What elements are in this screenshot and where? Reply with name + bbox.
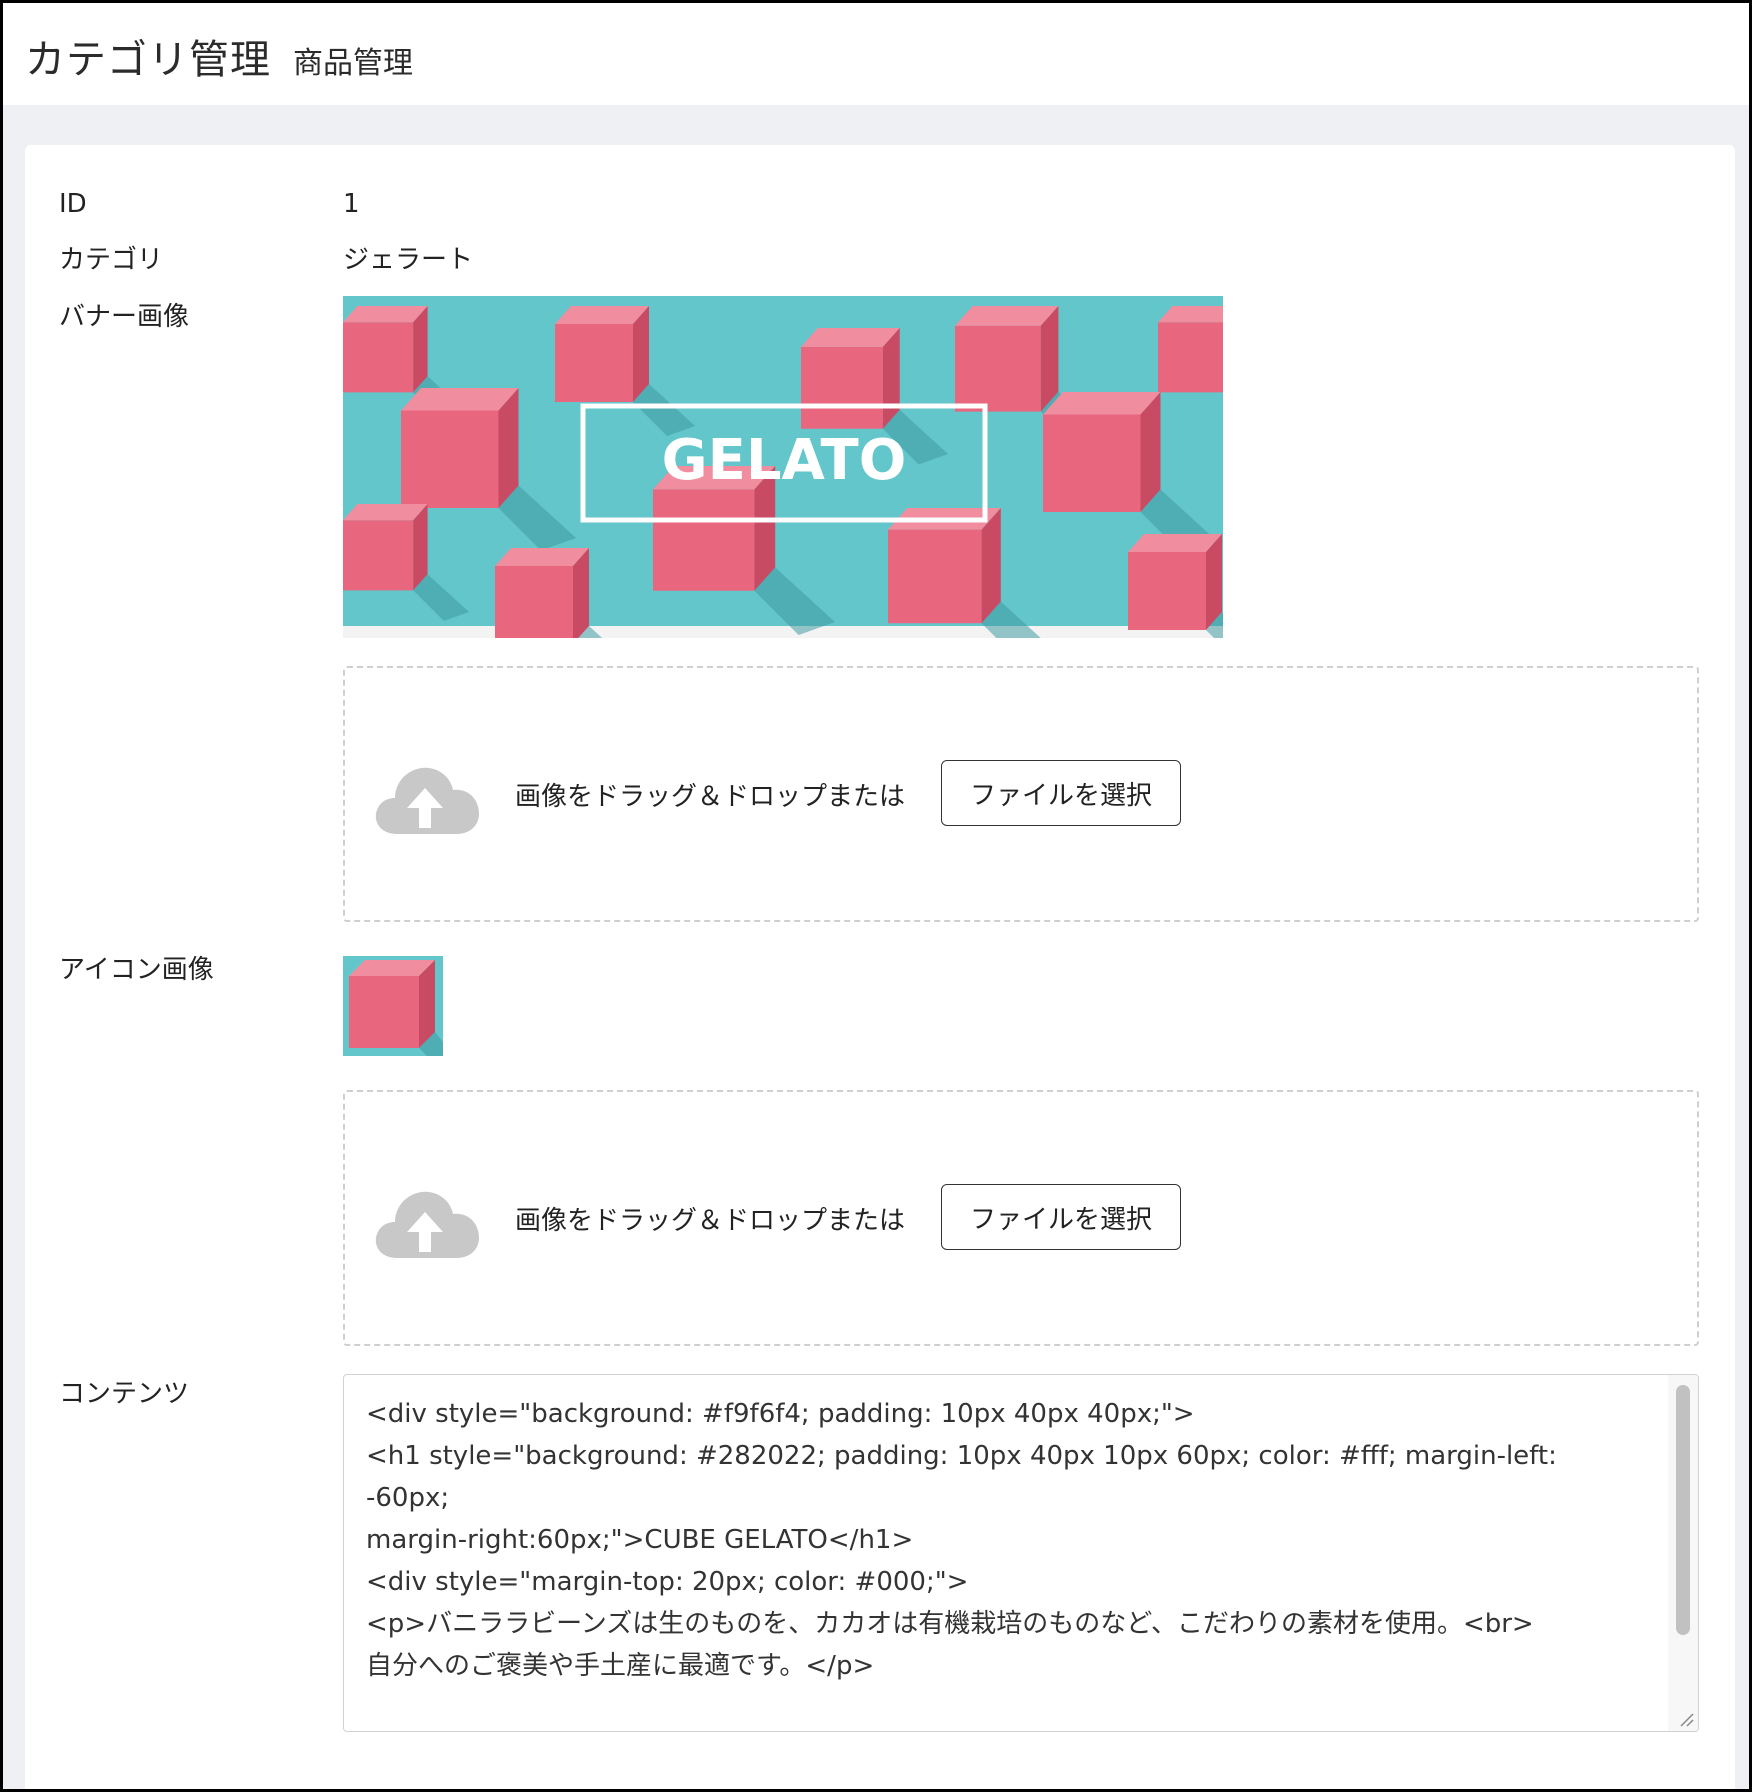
banner-image: GELATO — [343, 296, 1223, 638]
id-label: ID — [59, 189, 87, 219]
page-header: カテゴリ管理 商品管理 — [3, 3, 1749, 105]
choose-file-button[interactable]: ファイルを選択 — [941, 760, 1181, 826]
app-window: カテゴリ管理 商品管理 ID 1 カテゴリ ジェラート バナー画像 GELATO… — [3, 3, 1749, 1789]
cloud-upload-icon — [375, 767, 479, 834]
banner-dropzone[interactable]: 画像をドラッグ＆ドロップまたは ファイルを選択 — [343, 666, 1699, 922]
resize-handle-icon[interactable] — [1678, 1711, 1694, 1727]
page-title: カテゴリ管理 — [25, 37, 271, 83]
icon-image — [343, 956, 443, 1056]
choose-file-button[interactable]: ファイルを選択 — [941, 1184, 1181, 1250]
content-textarea[interactable]: <div style="background: #f9f6f4; padding… — [343, 1374, 1699, 1732]
textarea-scrollbar[interactable] — [1668, 1375, 1698, 1731]
category-label: カテゴリ — [59, 245, 164, 275]
icon-label: アイコン画像 — [59, 955, 214, 985]
content-label: コンテンツ — [59, 1379, 190, 1409]
category-value: ジェラート — [343, 245, 474, 275]
category-edit-card: ID 1 カテゴリ ジェラート バナー画像 GELATO 画像をドラッグ＆ドロッ… — [25, 145, 1735, 1789]
banner-label: バナー画像 — [59, 302, 190, 332]
icon-dropzone[interactable]: 画像をドラッグ＆ドロップまたは ファイルを選択 — [343, 1090, 1699, 1346]
content-textarea-value[interactable]: <div style="background: #f9f6f4; padding… — [344, 1375, 1664, 1731]
banner-text: GELATO — [662, 428, 907, 493]
id-value: 1 — [343, 189, 360, 219]
dropzone-text: 画像をドラッグ＆ドロップまたは — [515, 782, 906, 812]
breadcrumb-products[interactable]: 商品管理 — [293, 38, 413, 82]
cloud-upload-icon — [375, 1191, 479, 1258]
scrollbar-thumb[interactable] — [1676, 1385, 1690, 1635]
dropzone-text: 画像をドラッグ＆ドロップまたは — [515, 1206, 906, 1236]
